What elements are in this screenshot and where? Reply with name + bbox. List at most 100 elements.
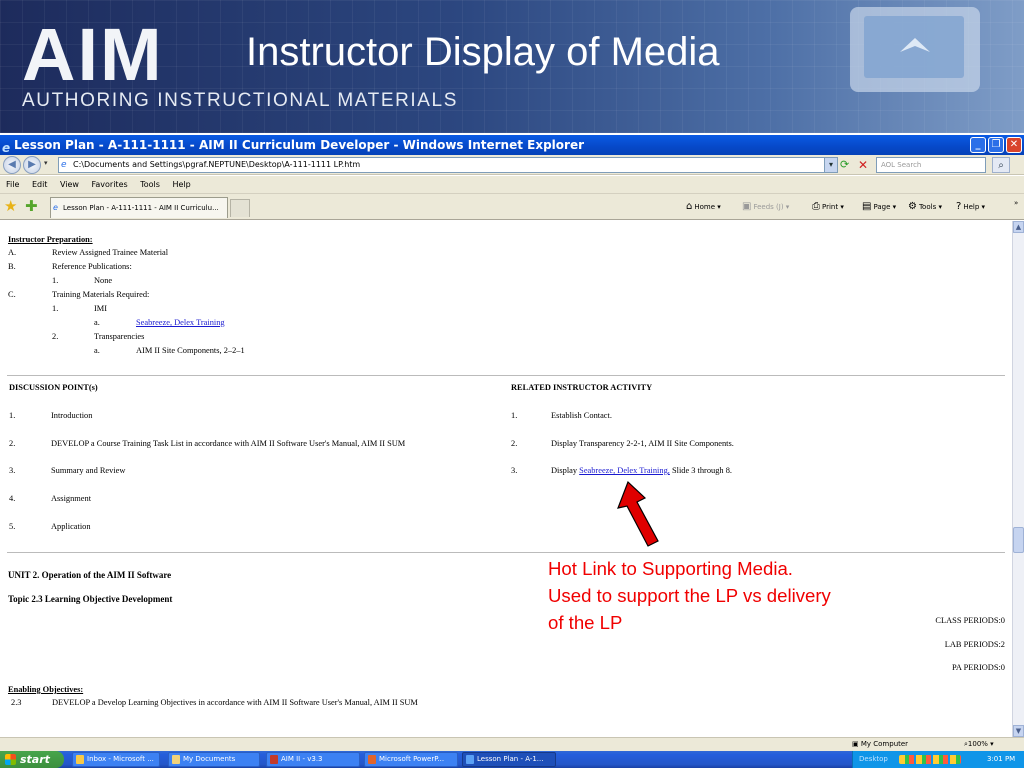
pa-periods: PA PERIODS:0	[952, 663, 1005, 672]
taskbar: start Inbox - Microsoft ... My Documents…	[0, 751, 1024, 768]
clock: 3:01 PM	[987, 755, 1016, 763]
activity-text: Display Seabreeze, Delex Training, Slide…	[551, 466, 732, 475]
folder-icon	[172, 755, 180, 764]
history-dropdown-icon[interactable]: ▾	[44, 159, 48, 167]
favorites-star-icon[interactable]: ★	[4, 197, 17, 215]
add-favorite-icon[interactable]: ✚	[25, 197, 38, 215]
tab-lesson-plan[interactable]: e Lesson Plan - A-111-1111 - AIM II Curr…	[50, 197, 228, 218]
taskbar-item-aim[interactable]: AIM II - v3.3	[266, 752, 360, 767]
address-dropdown-icon[interactable]: ▾	[824, 157, 838, 173]
page-content: Instructor Preparation: A. Review Assign…	[0, 221, 1012, 737]
point-text: DEVELOP a Course Training Task List in a…	[51, 439, 406, 448]
page-menu-icon: ▤	[862, 201, 872, 212]
aim-subtitle: AUTHORING INSTRUCTIONAL MATERIALS	[22, 90, 459, 111]
refresh-icon[interactable]: ⟳	[840, 157, 856, 173]
aim-app-icon	[270, 755, 278, 764]
window-title: Lesson Plan - A-111-1111 - AIM II Curric…	[14, 138, 585, 152]
prep-item: None	[94, 276, 113, 285]
prep-heading: Instructor Preparation:	[8, 235, 93, 244]
prep-item: AIM II Site Components, 2–2–1	[136, 346, 245, 355]
activity-text: Display Transparency 2-2-1, AIM II Site …	[551, 439, 734, 448]
menu-tools[interactable]: Tools	[140, 180, 160, 189]
prep-marker: A.	[8, 248, 17, 257]
page-icon: e	[61, 160, 67, 170]
prep-item: Transparencies	[94, 332, 145, 341]
aim-logo: AIM	[22, 13, 164, 96]
slide-banner: AIM AUTHORING INSTRUCTIONAL MATERIALS In…	[0, 0, 1024, 133]
status-bar: ▣ My Computer ⌕100% ▾	[0, 737, 1024, 751]
enabling-heading: Enabling Objectives:	[8, 685, 84, 694]
topic-title: Topic 2.3 Learning Objective Development	[8, 594, 173, 604]
forward-icon[interactable]: ▶	[23, 156, 41, 174]
point-text: Introduction	[51, 411, 93, 420]
gear-icon: ⚙	[908, 201, 917, 212]
stop-icon[interactable]: ✕	[858, 157, 872, 173]
close-icon[interactable]: ✕	[1006, 137, 1022, 153]
menu-edit[interactable]: Edit	[32, 180, 48, 189]
menu-help[interactable]: Help	[172, 180, 190, 189]
point-text: Summary and Review	[51, 466, 126, 475]
menu-view[interactable]: View	[60, 180, 79, 189]
unit-title: UNIT 2. Operation of the AIM II Software	[8, 570, 172, 580]
taskbar-item-lesson-plan[interactable]: Lesson Plan - A-1...	[462, 752, 556, 767]
prep-item: Training Materials Required:	[52, 290, 150, 299]
powerpoint-icon	[368, 755, 376, 764]
home-icon: ⌂	[686, 201, 693, 212]
printer-icon: ⎙	[812, 201, 820, 212]
activity-num: 2.	[511, 439, 518, 448]
scroll-up-icon[interactable]: ▲	[1013, 221, 1024, 233]
tools-button[interactable]: ⚙ Tools ▾	[908, 199, 942, 215]
zoom-control[interactable]: ⌕100% ▾	[964, 738, 994, 751]
imi-media-link[interactable]: Seabreeze, Delex Training	[136, 318, 225, 327]
menu-file[interactable]: File	[6, 180, 19, 189]
menu-bar: File Edit View Favorites Tools Help	[0, 176, 1024, 194]
prep-item: Reference Publications:	[52, 262, 132, 271]
search-icon[interactable]: ⌕	[992, 157, 1010, 173]
prep-marker: 2.	[52, 332, 59, 341]
class-periods: CLASS PERIODS:0	[935, 616, 1005, 625]
taskbar-item-powerpoint[interactable]: Microsoft PowerP...	[364, 752, 458, 767]
address-toolbar: ◀ ▶ ▾ e C:\Documents and Settings\pgraf.…	[0, 155, 1024, 175]
point-num: 5.	[9, 522, 16, 531]
taskbar-item-my-documents[interactable]: My Documents	[168, 752, 260, 767]
taskbar-item-inbox[interactable]: Inbox - Microsoft ...	[72, 752, 160, 767]
activity-heading: RELATED INSTRUCTOR ACTIVITY	[511, 383, 653, 392]
supporting-media-hot-link[interactable]: Seabreeze, Delex Training,	[579, 466, 670, 475]
desktop-toolbar[interactable]: Desktop	[859, 751, 888, 768]
start-button[interactable]: start	[0, 751, 64, 768]
restore-icon[interactable]: ❐	[988, 137, 1004, 153]
point-num: 3.	[9, 466, 16, 475]
menu-favorites[interactable]: Favorites	[92, 180, 128, 189]
address-input[interactable]: e C:\Documents and Settings\pgraf.NEPTUN…	[58, 157, 838, 173]
search-input[interactable]: AOL Search	[876, 157, 986, 173]
scroll-thumb[interactable]	[1013, 527, 1024, 553]
prep-marker: C.	[8, 290, 16, 299]
feeds-icon: ▣	[742, 201, 752, 212]
vertical-scrollbar[interactable]: ▲ ▼	[1012, 221, 1024, 737]
prep-marker: B.	[8, 262, 16, 271]
security-zone: ▣ My Computer	[852, 740, 909, 748]
prep-item: IMI	[94, 304, 108, 313]
new-tab-button[interactable]	[230, 199, 250, 217]
page-button[interactable]: ▤ Page ▾	[862, 199, 896, 215]
help-button[interactable]: ? Help ▾	[956, 199, 985, 215]
enabling-text: DEVELOP a Develop Learning Objectives in…	[52, 698, 418, 707]
home-button[interactable]: ⌂ Home ▾	[686, 199, 721, 215]
window-title-bar: e Lesson Plan - A-111-1111 - AIM II Curr…	[0, 135, 1024, 155]
prep-item: Review Assigned Trainee Material	[52, 248, 169, 257]
page-icon: e	[53, 203, 58, 212]
hot-link-annotation: Hot Link to Supporting Media. Used to su…	[548, 558, 831, 633]
tray-icons[interactable]	[899, 755, 961, 764]
prep-marker: a.	[94, 318, 100, 327]
point-num: 4.	[9, 494, 16, 503]
minimize-icon[interactable]: _	[970, 137, 986, 153]
back-icon[interactable]: ◀	[3, 156, 21, 174]
monitor-graphic-icon	[850, 7, 980, 92]
chevron-icon[interactable]: »	[1014, 195, 1018, 211]
print-button[interactable]: ⎙ Print ▾	[812, 199, 844, 215]
ie-icon	[466, 755, 474, 764]
scroll-down-icon[interactable]: ▼	[1013, 725, 1024, 737]
point-num: 2.	[9, 439, 16, 448]
tab-toolbar: ★ ✚ e Lesson Plan - A-111-1111 - AIM II …	[0, 194, 1024, 220]
feeds-button[interactable]: ▣ Feeds (J) ▾	[742, 199, 789, 215]
